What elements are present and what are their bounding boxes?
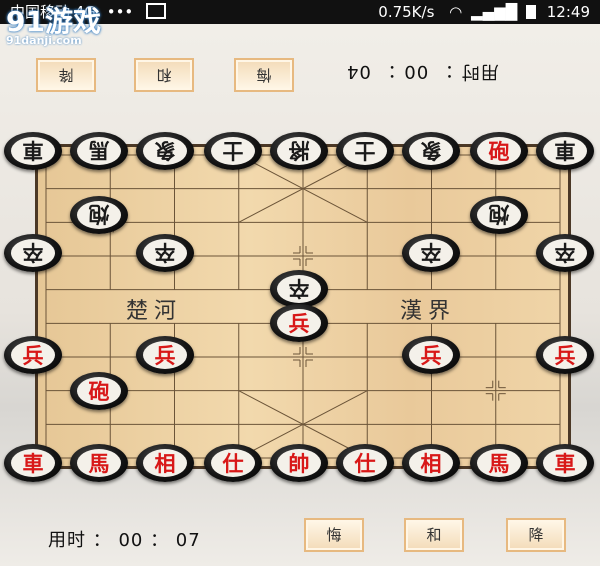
piece-label: 士 [343, 137, 387, 165]
network-speed: 0.75K/s [378, 3, 435, 21]
piece-label: 兵 [277, 309, 321, 337]
piece-black-z1[interactable]: 卒 [4, 234, 62, 272]
site-logo: 91游戏 91danji.com [6, 0, 101, 47]
piece-black-z4[interactable]: 卒 [402, 234, 460, 272]
piece-label: 車 [11, 449, 55, 477]
piece-label: 相 [409, 449, 453, 477]
piece-label: 兵 [543, 341, 587, 369]
piece-red-r6[interactable]: 仕 [336, 444, 394, 482]
piece-black-t6[interactable]: 士 [336, 132, 394, 170]
piece-label: 卒 [409, 239, 453, 267]
piece-label: 車 [11, 137, 55, 165]
piece-red-r8[interactable]: 馬 [470, 444, 528, 482]
piece-black-z5[interactable]: 卒 [536, 234, 594, 272]
piece-red-r2[interactable]: 馬 [70, 444, 128, 482]
piece-red-b5[interactable]: 兵 [536, 336, 594, 374]
piece-label: 帥 [277, 449, 321, 477]
wifi-icon: ◠ [449, 3, 463, 21]
piece-black-t2[interactable]: 馬 [70, 132, 128, 170]
top-surrender-button[interactable]: 降 [36, 58, 96, 92]
signal-icon: ▂▄▆█ [471, 3, 518, 21]
battery-icon [525, 5, 536, 19]
piece-black-c1[interactable]: 炮 [70, 196, 128, 234]
piece-red-r4[interactable]: 仕 [204, 444, 262, 482]
piece-label: 象 [143, 137, 187, 165]
piece-label: 仕 [211, 449, 255, 477]
piece-label: 相 [143, 449, 187, 477]
piece-red-p1[interactable]: 砲 [70, 372, 128, 410]
bottom-draw-button[interactable]: 和 [404, 518, 464, 552]
top-timer: 用时 ： 00 ： 04 [346, 61, 499, 82]
piece-red-b3[interactable]: 兵 [270, 304, 328, 342]
piece-black-t3[interactable]: 象 [136, 132, 194, 170]
piece-label: 將 [277, 137, 321, 165]
piece-label: 馬 [77, 137, 121, 165]
piece-label: 卒 [143, 239, 187, 267]
piece-red-b2[interactable]: 兵 [136, 336, 194, 374]
piece-black-t4[interactable]: 士 [204, 132, 262, 170]
piece-label: 炮 [77, 201, 121, 229]
piece-red-r5[interactable]: 帥 [270, 444, 328, 482]
piece-black-z2[interactable]: 卒 [136, 234, 194, 272]
piece-black-c2[interactable]: 炮 [470, 196, 528, 234]
piece-red-r3[interactable]: 相 [136, 444, 194, 482]
piece-red-r1[interactable]: 車 [4, 444, 62, 482]
status-right: 0.75K/s ◠ ▂▄▆█ 12:49 [378, 0, 590, 24]
piece-red-r9[interactable]: 車 [536, 444, 594, 482]
piece-red-b4[interactable]: 兵 [402, 336, 460, 374]
notification-dots: ••• [106, 3, 134, 21]
piece-label: 馬 [477, 449, 521, 477]
piece-label: 卒 [277, 275, 321, 303]
piece-label: 炮 [477, 201, 521, 229]
piece-black-t9[interactable]: 車 [536, 132, 594, 170]
piece-label: 兵 [409, 341, 453, 369]
top-draw-button[interactable]: 和 [134, 58, 194, 92]
clock: 12:49 [546, 3, 590, 21]
piece-label: 兵 [143, 341, 187, 369]
river-left-label: 楚河 [126, 299, 183, 324]
piece-label: 砲 [77, 377, 121, 405]
piece-red-r7[interactable]: 相 [402, 444, 460, 482]
piece-label: 象 [409, 137, 453, 165]
piece-red-t8[interactable]: 砲 [470, 132, 528, 170]
piece-label: 士 [211, 137, 255, 165]
piece-label: 砲 [477, 137, 521, 165]
piece-label: 卒 [11, 239, 55, 267]
piece-black-t1[interactable]: 車 [4, 132, 62, 170]
bottom-surrender-button[interactable]: 降 [506, 518, 566, 552]
top-undo-button[interactable]: 悔 [234, 58, 294, 92]
image-notification-icon [146, 3, 167, 19]
piece-black-t5[interactable]: 將 [270, 132, 328, 170]
piece-red-b1[interactable]: 兵 [4, 336, 62, 374]
piece-black-z3[interactable]: 卒 [270, 270, 328, 308]
bottom-undo-button[interactable]: 悔 [304, 518, 364, 552]
piece-label: 車 [543, 449, 587, 477]
river-right-label: 漢界 [400, 299, 457, 324]
piece-black-t7[interactable]: 象 [402, 132, 460, 170]
piece-label: 卒 [543, 239, 587, 267]
bottom-timer: 用时 ： 00 ： 07 [48, 530, 201, 551]
piece-label: 車 [543, 137, 587, 165]
piece-label: 仕 [343, 449, 387, 477]
piece-label: 兵 [11, 341, 55, 369]
piece-label: 馬 [77, 449, 121, 477]
